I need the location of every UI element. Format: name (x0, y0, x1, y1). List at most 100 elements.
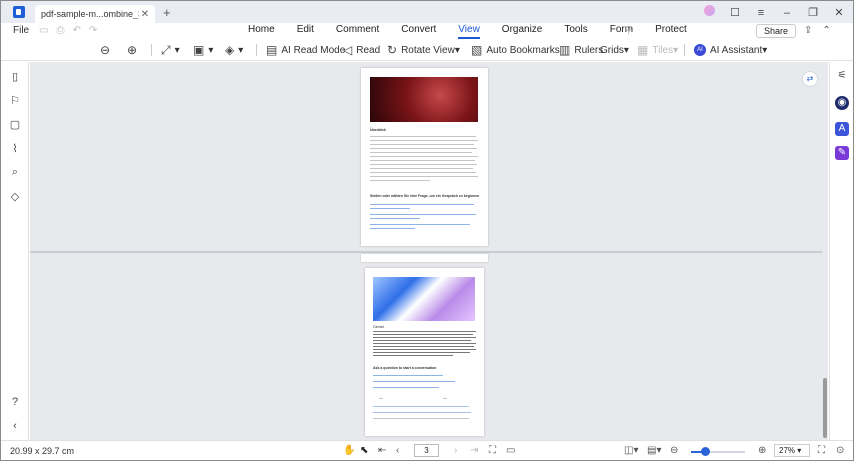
input-line (373, 412, 471, 413)
auto-bookmarks-button[interactable]: ▧ Auto Bookmarks (471, 42, 560, 58)
help-icon[interactable]: ? (9, 396, 21, 408)
rotate-view-button[interactable]: ↻ Rotate View ▾ (387, 42, 460, 58)
text-line (373, 349, 476, 350)
grids-button[interactable]: Grids ▾ (600, 42, 629, 58)
comment-panel-icon[interactable]: ▢ (9, 118, 21, 131)
text-line (370, 152, 472, 153)
hand-tool-icon[interactable]: ✋ (343, 445, 355, 456)
zoom-level-select[interactable]: 27% ▾ (774, 444, 810, 457)
maximize-icon[interactable]: ❐ (807, 6, 819, 20)
suggested-question-link (373, 381, 455, 382)
text-line (373, 331, 476, 332)
select-tool-icon[interactable]: ⬉ (360, 445, 368, 456)
fit-width-icon[interactable]: ⛶ (489, 445, 496, 456)
text-line (370, 140, 478, 141)
close-tab-icon[interactable]: ✕ (139, 9, 151, 20)
pdf-page-current: Gemini Ask a question to start a convers… (365, 268, 484, 436)
read-button[interactable]: ◁ Read (343, 42, 380, 58)
file-menu[interactable]: File (13, 25, 29, 36)
add-tab-icon[interactable]: + (163, 5, 171, 20)
share-button[interactable]: Share (756, 24, 796, 38)
menu-tools[interactable]: Tools (564, 24, 587, 39)
suggested-question-link (370, 204, 474, 205)
menu-organize[interactable]: Organize (502, 24, 543, 39)
menu-protect[interactable]: Protect (655, 24, 687, 39)
rulers-button[interactable]: ▥ Rulers (559, 42, 603, 58)
tiles-button[interactable]: ▦ Tiles ▾ (637, 42, 678, 58)
page-heading: Gemini (373, 325, 385, 329)
undo-icon[interactable]: ↶ (72, 25, 80, 36)
edit-ai-icon[interactable]: ✎ (835, 146, 849, 160)
question-heading: Stellen oder wählen Sie eine Frage, um e… (370, 194, 480, 198)
page-image (373, 277, 475, 321)
previous-page-icon[interactable]: ‹ (396, 445, 399, 456)
account-avatar[interactable] (703, 5, 715, 20)
properties-icon[interactable]: ⚟ (835, 69, 849, 83)
zoom-in-status-icon[interactable]: ⊕ (758, 445, 766, 456)
more-options-icon[interactable]: ⊙ (836, 445, 844, 456)
upload-icon[interactable]: ⇪ (804, 25, 812, 36)
thumbnails-icon[interactable]: ▯ (9, 70, 21, 83)
text-line (373, 343, 476, 344)
menu-convert[interactable]: Convert (401, 24, 436, 39)
next-page-icon[interactable]: › (454, 445, 457, 456)
zoom-slider-handle[interactable] (701, 447, 710, 456)
chevron-down-icon: ▾ (623, 44, 629, 56)
ai-chat-icon[interactable]: ◉ (835, 96, 849, 110)
background-color-button[interactable]: ◈ ▾ (225, 42, 243, 58)
menu-icon[interactable]: ≡ (755, 6, 767, 20)
window-controls: ☐ ≡ – ❐ ✕ (703, 5, 845, 20)
collapse-sidebar-icon[interactable]: ‹ (9, 420, 21, 432)
view-mode-icon[interactable]: ▤▾ (647, 445, 661, 456)
text-line (370, 164, 477, 165)
fit-page-button[interactable]: ⤢ ▾ (161, 42, 180, 58)
page-display-button[interactable]: ▣ ▾ (193, 42, 213, 58)
suggested-question-link (370, 228, 415, 229)
pin-icon[interactable]: ⚲ (625, 25, 632, 36)
translate-icon[interactable]: A (835, 122, 849, 136)
document-tab[interactable]: pdf-sample-m...ombine_3.pdf ✕ (35, 5, 155, 23)
ai-read-mode-button[interactable]: ▤ AI Read Mode (266, 42, 345, 58)
two-page-icon[interactable]: ▭ (506, 445, 515, 456)
text-line (370, 160, 475, 161)
search-icon[interactable]: ⌕ (9, 166, 21, 179)
pdf-page: Überblick Stellen oder wählen Sie eine F… (361, 68, 488, 246)
redo-icon[interactable]: ↷ (89, 25, 97, 36)
message-icon[interactable]: ☐ (729, 6, 741, 20)
menu-home[interactable]: Home (248, 24, 275, 39)
layers-icon[interactable]: ◇ (9, 190, 21, 203)
zoom-in-button[interactable]: ⊕ (127, 42, 141, 58)
menu-edit[interactable]: Edit (297, 24, 314, 39)
suggested-question-link (373, 387, 439, 388)
rotate-icon: ↻ (387, 43, 398, 57)
ai-assistant-button[interactable]: AI AI Assistant ▾ (694, 42, 767, 58)
menu-comment[interactable]: Comment (336, 24, 379, 39)
title-bar: pdf-sample-m...ombine_3.pdf ✕ + ☐ ≡ – ❐ … (1, 1, 853, 23)
left-sidebar: ▯ ⚐ ▢ ⌇ ⌕ ◇ ? ‹ (1, 62, 29, 440)
last-page-icon[interactable]: ⇥ (470, 445, 478, 456)
suggested-question-link (370, 224, 470, 225)
page-number-input[interactable]: 3 (414, 444, 439, 457)
bookmark-panel-icon[interactable]: ⚐ (9, 94, 21, 107)
text-line (370, 136, 476, 137)
attachment-icon[interactable]: ⌇ (9, 142, 21, 155)
scrollbar-thumb[interactable] (823, 378, 827, 438)
close-window-icon[interactable]: ✕ (833, 6, 845, 20)
collapse-icon[interactable]: ⌃ (822, 25, 830, 36)
fullscreen-icon[interactable]: ⛶ (818, 445, 825, 456)
page-layout-icon[interactable]: ◫▾ (624, 445, 638, 456)
document-canvas[interactable]: Überblick Stellen oder wählen Sie eine F… (30, 62, 828, 440)
print-icon[interactable]: ⎙ (56, 25, 64, 36)
chevron-down-icon: ▾ (762, 44, 768, 56)
menu-bar: File ▭ ⎙ ↶ ↷ Home Edit Comment Convert V… (1, 23, 853, 39)
zoom-out-button[interactable]: ⊖ (100, 42, 114, 58)
zoom-out-status-icon[interactable]: ⊖ (670, 445, 678, 456)
text-line (373, 334, 473, 335)
rotate-view-label: Rotate View (401, 44, 455, 56)
menu-view[interactable]: View (458, 24, 480, 39)
first-page-icon[interactable]: ⇤ (378, 445, 386, 456)
save-icon[interactable]: ▭ (39, 25, 48, 36)
text-line (370, 172, 476, 173)
minimize-icon[interactable]: – (781, 6, 793, 20)
translate-float-button[interactable]: ⇄ (802, 71, 818, 87)
